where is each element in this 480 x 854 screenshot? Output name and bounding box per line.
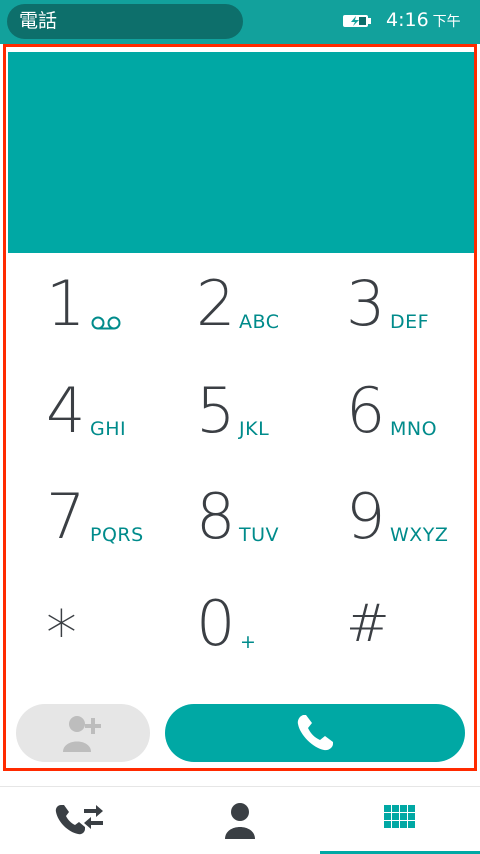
- clock-time: 4:16: [386, 9, 429, 31]
- status-bar: 電話 4:16 下午: [0, 0, 480, 44]
- key-5[interactable]: 5 JKL: [196, 360, 346, 460]
- key-3[interactable]: 3 DEF: [346, 253, 480, 353]
- add-contact-button[interactable]: [16, 704, 150, 762]
- call-log-icon: [55, 804, 103, 834]
- contact-person-icon: [225, 802, 255, 839]
- tab-contacts[interactable]: [160, 787, 320, 854]
- clock-ampm: 下午: [432, 14, 461, 30]
- key-digit: 7: [46, 480, 86, 553]
- key-letters: +: [240, 631, 257, 653]
- dialpad: 1 2 ABC 3 DEF 4 GHI 5 JKL 6 MNO 7 PQRS 8…: [8, 253, 474, 693]
- key-7[interactable]: 7 PQRS: [46, 466, 196, 566]
- key-digit: 0: [196, 587, 236, 660]
- key-letters: DEF: [390, 311, 430, 333]
- key-digit: #: [346, 594, 390, 654]
- key-digit: 1: [46, 267, 86, 340]
- voicemail-icon: [91, 316, 121, 330]
- tab-bar: [0, 786, 480, 854]
- battery-charging-icon: [343, 15, 371, 27]
- tab-call-log[interactable]: [0, 787, 160, 854]
- key-digit: 4: [46, 374, 86, 447]
- phone-icon: [297, 715, 333, 751]
- tab-keypad[interactable]: [320, 787, 480, 854]
- dialpad-grid-icon: [384, 804, 415, 828]
- call-button[interactable]: [165, 704, 465, 762]
- key-letters: ABC: [239, 311, 280, 333]
- key-digit: 3: [346, 267, 386, 340]
- number-display[interactable]: [8, 52, 474, 253]
- key-digit: *: [46, 597, 77, 670]
- key-letters: MNO: [390, 418, 438, 440]
- clock: 4:16 下午: [386, 9, 461, 33]
- key-2[interactable]: 2 ABC: [196, 253, 346, 353]
- key-letters: TUV: [239, 524, 280, 546]
- key-digit: 9: [346, 480, 386, 553]
- key-8[interactable]: 8 TUV: [196, 466, 346, 566]
- key-hash[interactable]: #: [346, 573, 480, 673]
- key-digit: 2: [196, 267, 236, 340]
- key-4[interactable]: 4 GHI: [46, 360, 196, 460]
- key-letters: PQRS: [90, 524, 144, 546]
- key-1[interactable]: 1: [46, 253, 196, 353]
- key-6[interactable]: 6 MNO: [346, 360, 480, 460]
- key-letters: GHI: [90, 418, 127, 440]
- add-contact-icon: [63, 716, 101, 752]
- key-digit: 5: [196, 374, 236, 447]
- key-letters: WXYZ: [390, 524, 449, 546]
- key-0[interactable]: 0 +: [196, 573, 346, 673]
- key-9[interactable]: 9 WXYZ: [346, 466, 480, 566]
- key-star[interactable]: *: [46, 573, 196, 673]
- key-digit: 6: [346, 374, 386, 447]
- app-title-pill: 電話: [7, 4, 243, 39]
- key-letters: JKL: [239, 418, 270, 440]
- app-title: 電話: [19, 10, 58, 32]
- key-digit: 8: [196, 480, 236, 553]
